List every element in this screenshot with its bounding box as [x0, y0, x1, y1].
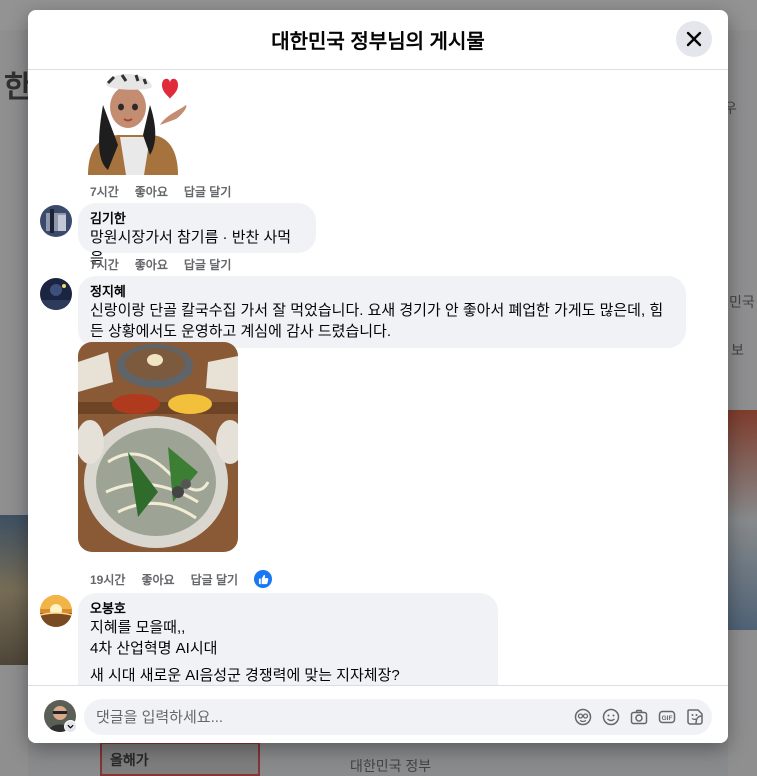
comment-text-line: 4차 산업혁명 AI시대	[90, 640, 218, 657]
gif-icon: GIF	[658, 710, 676, 724]
sticker-image	[78, 70, 198, 175]
photo-button[interactable]	[630, 707, 648, 727]
comment-bubble: 정지혜 신랑이랑 단골 칼국수집 가서 잘 먹었습니다. 요새 경기가 안 좋아…	[78, 276, 686, 348]
reply-button[interactable]: 답글 달기	[184, 183, 232, 200]
post-dialog: 대한민국 정부님의 게시물 7시간 좋아요 답글 달기 김기한 망원시장가서 참…	[28, 10, 728, 743]
comment-composer: GIF	[28, 685, 728, 743]
like-icon	[258, 574, 268, 584]
comment-author[interactable]: 오봉호	[90, 601, 486, 617]
avatar-sticker-icon	[574, 708, 592, 726]
composer-icons: GIF	[574, 707, 704, 727]
svg-text:GIF: GIF	[662, 715, 673, 722]
comment-author[interactable]: 정지혜	[90, 284, 674, 300]
avatar-image	[40, 278, 72, 310]
like-button[interactable]: 좋아요	[135, 256, 168, 273]
comment-time[interactable]: 7시간	[90, 183, 119, 200]
comment-bubble: 오봉호 지혜를 모을때,, 4차 산업혁명 AI시대 새 시대 새로운 AI음성…	[78, 593, 498, 685]
comment-photo[interactable]	[78, 342, 238, 552]
like-reaction-icon[interactable]	[254, 570, 273, 588]
comment-actions: 7시간 좋아요 답글 달기	[90, 256, 231, 273]
avatar-sticker-button[interactable]	[574, 707, 592, 727]
chevron-down-icon	[67, 724, 74, 729]
comment-bubble: 김기한 망원시장가서 참기름 · 반찬 사먹음	[78, 203, 316, 267]
avatar-image	[40, 205, 72, 237]
comments-list[interactable]: 7시간 좋아요 답글 달기 김기한 망원시장가서 참기름 · 반찬 사먹음 7시…	[28, 70, 728, 685]
sticker-icon	[687, 709, 703, 725]
avatar-image	[40, 595, 72, 627]
reply-button[interactable]: 답글 달기	[191, 571, 239, 588]
close-icon	[686, 31, 702, 47]
avatar[interactable]	[40, 595, 72, 627]
comment-time[interactable]: 19시간	[90, 571, 125, 588]
like-button[interactable]: 좋아요	[135, 183, 168, 200]
comment-text-line: 지혜를 모을때,,	[90, 619, 186, 636]
comment-actions: 7시간 좋아요 답글 달기	[90, 183, 231, 200]
close-button[interactable]	[676, 21, 712, 57]
food-photo	[78, 342, 238, 552]
sticker-button[interactable]	[686, 707, 704, 727]
reply-button[interactable]: 답글 달기	[184, 256, 232, 273]
comment-input-box[interactable]: GIF	[84, 699, 712, 735]
comment-text-line: 든 상황에서도 운영하고 계심에 감사 드렸습니다.	[90, 323, 392, 340]
comment-text-line: 새 시대 새로운 AI음성군 경쟁력에 맞는 지자체장?	[90, 667, 400, 684]
comment-time[interactable]: 7시간	[90, 256, 119, 273]
avatar[interactable]	[40, 205, 72, 237]
profile-switch-button[interactable]	[64, 720, 77, 733]
emoji-button[interactable]	[602, 707, 620, 727]
comment-text-line: 신랑이랑 단골 칼국수집 가서 잘 먹었습니다. 요새 경기가 안 좋아서 폐업…	[90, 302, 664, 319]
like-button[interactable]: 좋아요	[141, 571, 174, 588]
dialog-header: 대한민국 정부님의 게시물	[28, 10, 728, 70]
comment-author[interactable]: 김기한	[90, 211, 304, 227]
comment-actions: 19시간 좋아요 답글 달기	[90, 570, 273, 588]
camera-icon	[630, 709, 648, 725]
dialog-title: 대한민국 정부님의 게시물	[271, 31, 485, 53]
comment-input[interactable]	[96, 708, 556, 726]
avatar[interactable]	[40, 278, 72, 310]
gif-button[interactable]: GIF	[658, 707, 676, 727]
emoji-icon	[602, 708, 620, 726]
